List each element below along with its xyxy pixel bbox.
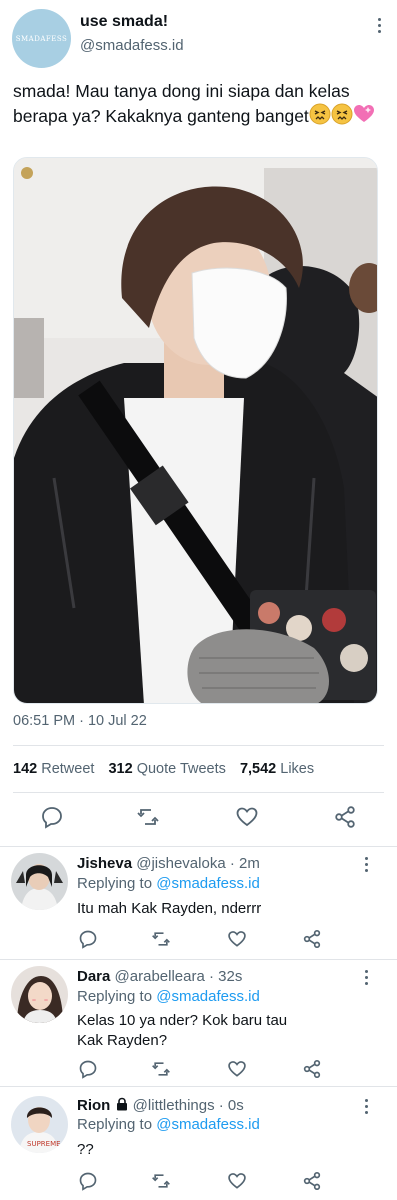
retweets-stat[interactable]: 142 Retweet <box>13 761 94 777</box>
author-avatar[interactable]: SMADAFESS <box>12 9 71 68</box>
replying-to-label: Replying to <box>77 875 153 892</box>
reply-tweet[interactable]: Dara @arabelleara · 32s Replying to @sma… <box>0 960 397 1086</box>
share-icon[interactable] <box>302 929 322 949</box>
share-icon[interactable] <box>302 1059 322 1079</box>
tweet-text: smada! Mau tanya dong ini siapa dan kela… <box>13 80 383 131</box>
replying-to: Replying to @smadafess.id <box>77 1116 260 1133</box>
replying-to-label: Replying to <box>77 1116 153 1133</box>
tweet-header: SMADAFESS use smada! @smadafess.id <box>0 0 397 72</box>
more-options-icon[interactable] <box>375 18 383 36</box>
tweet-text-content: smada! Mau tanya dong ini siapa dan kela… <box>13 81 350 126</box>
reply-author[interactable]: Dara @arabelleara · 32s <box>77 968 242 985</box>
reply-icon[interactable] <box>78 929 98 949</box>
retweet-icon[interactable] <box>136 805 160 829</box>
divider <box>13 745 384 746</box>
tweet-timestamp[interactable]: 06:51 PM · 10 Jul 22 <box>13 713 147 729</box>
like-icon[interactable] <box>227 1059 247 1079</box>
retweets-label: Retweet <box>41 761 95 777</box>
replying-to-mention[interactable]: @smadafess.id <box>156 875 260 892</box>
reply-avatar[interactable] <box>11 853 68 910</box>
reply-author[interactable]: Jisheva @jishevaloka · 2m <box>77 855 260 872</box>
retweets-count: 142 <box>13 761 38 777</box>
reply-icon[interactable] <box>78 1171 98 1191</box>
avatar-logo-text: SMADAFESS <box>15 34 68 43</box>
like-icon[interactable] <box>227 1171 247 1191</box>
retweet-icon[interactable] <box>151 1171 171 1191</box>
more-options-icon[interactable] <box>362 1099 370 1117</box>
lock-icon <box>115 1097 129 1115</box>
tweet-stats: 142 Retweet 312 Quote Tweets 7,542 Likes <box>13 761 324 777</box>
svg-text:SUPREME: SUPREME <box>27 1140 61 1148</box>
reply-text: Kelas 10 ya nder? Kok baru tau Kak Rayde… <box>77 1012 288 1049</box>
tweet-photo[interactable] <box>13 157 378 704</box>
replying-to-mention[interactable]: @smadafess.id <box>156 988 260 1005</box>
author-handle[interactable]: @smadafess.id <box>80 37 184 54</box>
confounded-face-icon <box>331 103 353 131</box>
share-icon[interactable] <box>333 805 357 829</box>
reply-author-handle: @littlethings · 0s <box>132 1097 244 1114</box>
like-icon[interactable] <box>235 805 259 829</box>
replying-to: Replying to @smadafess.id <box>77 875 260 892</box>
pink-heart-icon <box>353 103 375 131</box>
reply-author-name: Rion <box>77 1097 111 1114</box>
reply-icon[interactable] <box>78 1059 98 1079</box>
author-display-name[interactable]: use smada! <box>80 13 168 31</box>
reply-tweet[interactable]: Jisheva @jishevaloka · 2m Replying to @s… <box>0 847 397 959</box>
more-options-icon[interactable] <box>362 857 370 875</box>
reply-text: Itu mah Kak Rayden, nderrr <box>77 900 262 917</box>
reply-text: ?? <box>77 1141 94 1158</box>
tweet-action-bar <box>0 805 397 835</box>
share-icon[interactable] <box>302 1171 322 1191</box>
quote-tweets-label: Quote Tweets <box>136 761 226 777</box>
reply-author-handle: @jishevaloka · 2m <box>136 855 260 872</box>
reply-author-name: Jisheva <box>77 855 133 872</box>
likes-label: Likes <box>280 761 315 777</box>
reply-author-handle: @arabelleara · 32s <box>114 968 243 985</box>
replying-to-mention[interactable]: @smadafess.id <box>156 1116 260 1133</box>
likes-stat[interactable]: 7,542 Likes <box>240 761 314 777</box>
more-options-icon[interactable] <box>362 970 370 988</box>
quote-tweets-stat[interactable]: 312 Quote Tweets <box>108 761 225 777</box>
reply-avatar[interactable] <box>11 966 68 1023</box>
reply-tweet[interactable]: SUPREME Rion @littlethings · 0s Replying… <box>0 1087 397 1200</box>
quote-tweets-count: 312 <box>108 761 133 777</box>
likes-count: 7,542 <box>239 761 277 777</box>
reply-icon[interactable] <box>40 805 64 829</box>
like-icon[interactable] <box>227 929 247 949</box>
retweet-icon[interactable] <box>151 1059 171 1079</box>
replying-to-label: Replying to <box>77 988 153 1005</box>
reply-avatar[interactable]: SUPREME <box>11 1096 68 1153</box>
retweet-icon[interactable] <box>151 929 171 949</box>
confounded-face-icon <box>309 103 331 131</box>
reply-author-name: Dara <box>77 968 111 985</box>
divider <box>13 792 384 793</box>
reply-author[interactable]: Rion @littlethings · 0s <box>77 1097 244 1115</box>
replying-to: Replying to @smadafess.id <box>77 988 260 1005</box>
